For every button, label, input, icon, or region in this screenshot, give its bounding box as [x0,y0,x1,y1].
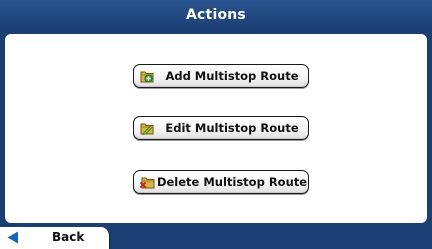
delete-route-icon [139,177,155,189]
edit-multistop-route-label: Edit Multistop Route [165,121,299,135]
title-bar: Actions [0,0,432,30]
add-multistop-route-label: Add Multistop Route [165,69,299,83]
delete-multistop-route-button[interactable]: Delete Multistop Route [133,170,309,194]
delete-multistop-route-label: Delete Multistop Route [156,175,308,189]
page-title: Actions [186,7,246,23]
edit-multistop-route-button[interactable]: Edit Multistop Route [133,116,309,140]
back-label: Back [52,230,85,244]
actions-panel: Add Multistop Route Edit Multistop Route… [5,34,427,223]
edit-route-icon [140,123,154,136]
back-arrow-icon [7,231,18,244]
back-button[interactable]: Back [0,227,110,249]
add-route-icon [140,71,154,83]
add-multistop-route-button[interactable]: Add Multistop Route [133,64,309,88]
